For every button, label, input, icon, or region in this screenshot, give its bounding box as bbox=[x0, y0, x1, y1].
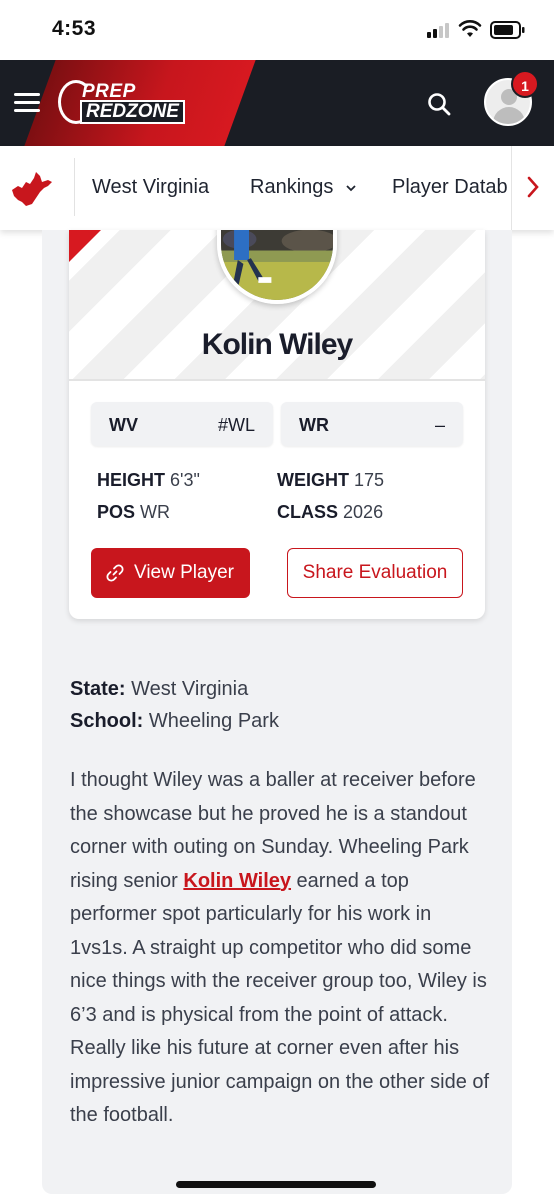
state-info: State: West Virginia bbox=[70, 678, 248, 701]
state-map-icon[interactable] bbox=[10, 168, 54, 210]
player-card: Kolin Wiley WV #WL WR – HEIGHT 6'3" WEIG… bbox=[69, 230, 485, 619]
position-abbr: WR bbox=[299, 415, 329, 435]
nav-item-state[interactable]: West Virginia bbox=[92, 176, 209, 199]
class-stat: CLASS 2026 bbox=[277, 502, 383, 523]
search-icon[interactable] bbox=[426, 91, 452, 117]
menu-icon[interactable] bbox=[14, 93, 40, 113]
evaluation-text-end: earned a top performer spot particularly… bbox=[70, 869, 490, 1127]
school-info-value: Wheeling Park bbox=[148, 710, 279, 732]
logo-text-bottom: REDZONE bbox=[80, 100, 185, 124]
state-info-label: State: bbox=[70, 678, 126, 700]
state-info-value: West Virginia bbox=[131, 678, 249, 700]
nav-item-rankings[interactable]: Rankings bbox=[250, 176, 357, 199]
share-evaluation-button[interactable]: Share Evaluation bbox=[287, 548, 463, 598]
status-time: 4:53 bbox=[52, 17, 97, 40]
battery-icon bbox=[490, 21, 525, 39]
divider bbox=[69, 379, 485, 381]
height-label: HEIGHT bbox=[97, 470, 166, 490]
notification-badge: 1 bbox=[511, 70, 539, 98]
brand-logo[interactable]: PREP REDZONE bbox=[58, 78, 188, 128]
nav-item-player-database[interactable]: Player Datab bbox=[392, 176, 508, 199]
link-icon bbox=[106, 564, 124, 582]
weight-value: 175 bbox=[354, 470, 385, 490]
nav-scroll-right[interactable] bbox=[511, 146, 554, 230]
wifi-icon bbox=[458, 20, 482, 37]
player-name: Kolin Wiley bbox=[201, 328, 353, 361]
class-value: 2026 bbox=[343, 502, 384, 522]
view-player-label: View Player bbox=[134, 562, 234, 583]
status-bar: 4:53 bbox=[0, 0, 554, 60]
home-indicator[interactable] bbox=[176, 1181, 376, 1188]
school-info-label: School: bbox=[70, 710, 144, 732]
weight-label: WEIGHT bbox=[277, 470, 349, 490]
nav-item-rankings-label: Rankings bbox=[250, 176, 334, 198]
weight-stat: WEIGHT 175 bbox=[277, 470, 384, 491]
view-player-button[interactable]: View Player bbox=[91, 548, 250, 598]
player-profile-link[interactable]: Kolin Wiley bbox=[183, 870, 291, 892]
pos-stat: POS WR bbox=[97, 502, 170, 523]
app-header: PREP REDZONE bbox=[0, 60, 554, 146]
card-red-corner bbox=[69, 230, 101, 262]
player-photo bbox=[217, 230, 337, 304]
state-rank: #WL bbox=[217, 415, 255, 435]
position-rank-chip: WR – bbox=[281, 402, 463, 446]
height-stat: HEIGHT 6'3" bbox=[97, 470, 200, 491]
class-label: CLASS bbox=[277, 502, 339, 522]
card-hero: Kolin Wiley bbox=[69, 230, 485, 380]
sub-navigation: West Virginia Rankings Player Datab bbox=[0, 146, 554, 230]
school-info: School: Wheeling Park bbox=[70, 710, 279, 733]
signal-icon bbox=[427, 22, 453, 38]
nav-divider bbox=[74, 158, 75, 216]
pos-value: WR bbox=[140, 502, 171, 522]
height-value: 6'3" bbox=[170, 470, 200, 490]
chevron-right-icon bbox=[527, 176, 539, 198]
evaluation-text: I thought Wiley was a baller at receiver… bbox=[70, 764, 490, 1133]
chevron-down-icon bbox=[346, 185, 356, 191]
state-rank-chip: WV #WL bbox=[91, 402, 273, 446]
state-abbr: WV bbox=[109, 415, 138, 435]
position-rank: – bbox=[434, 415, 445, 435]
pos-label: POS bbox=[97, 502, 136, 522]
